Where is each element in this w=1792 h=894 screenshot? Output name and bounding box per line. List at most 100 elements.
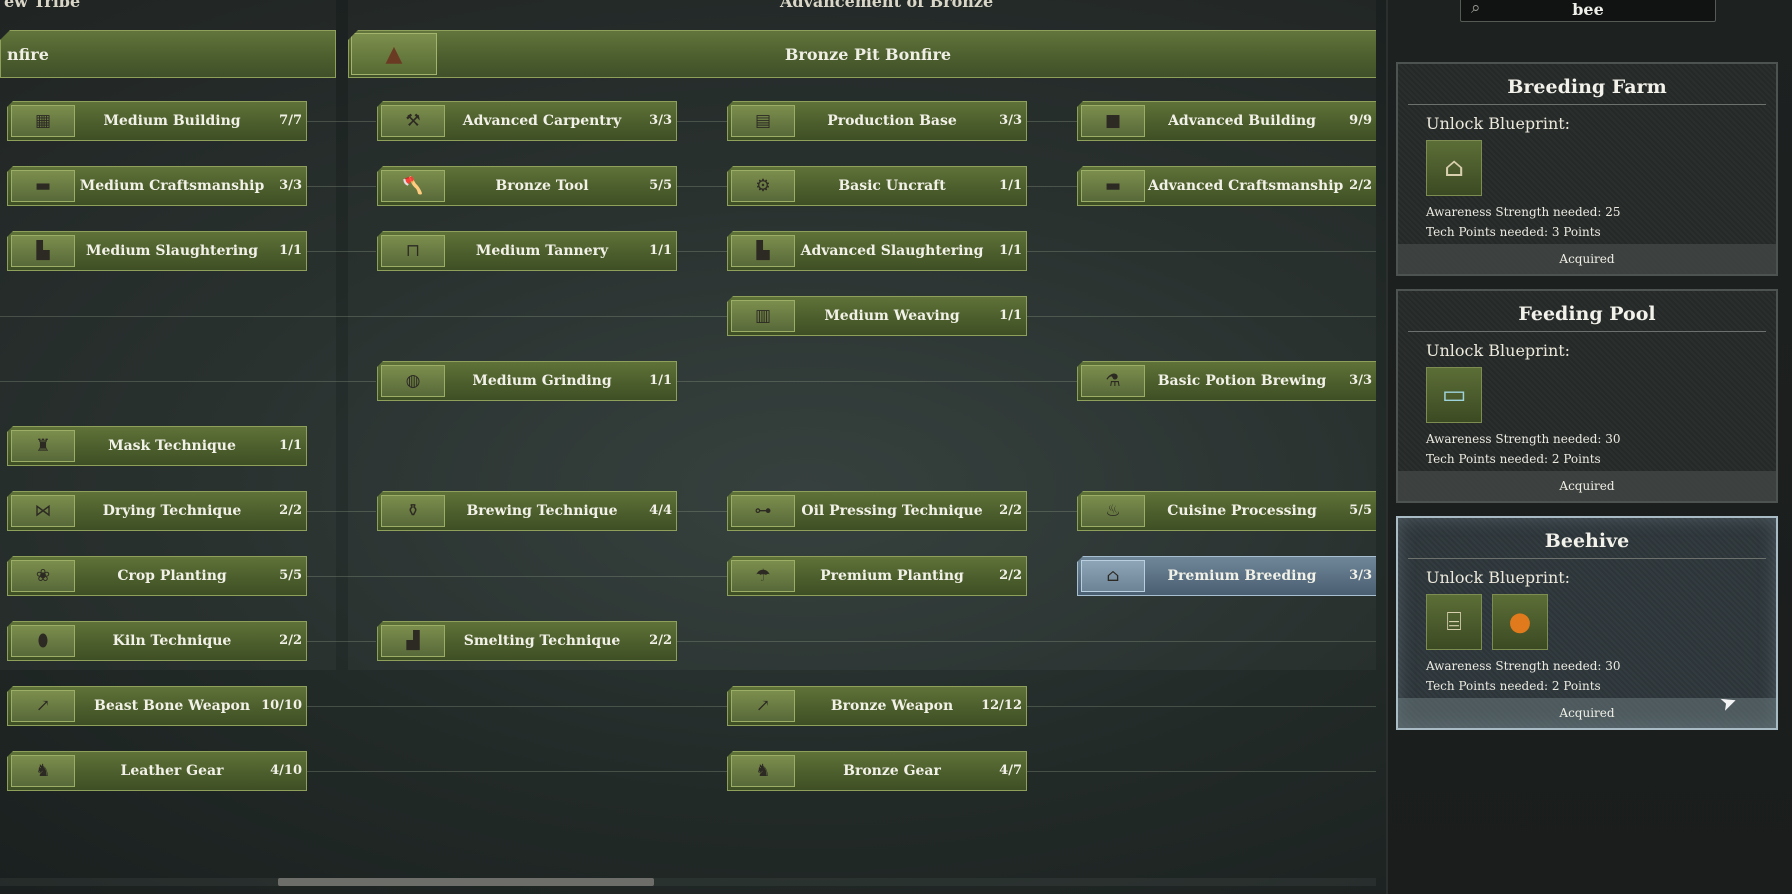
divider [1408, 331, 1766, 332]
connector-line [1026, 316, 1376, 317]
loom-icon: ▥ [731, 300, 795, 332]
horizontal-scrollbar-thumb[interactable] [278, 878, 654, 886]
beehive-icon[interactable]: ⌸ [1426, 594, 1482, 650]
tech-node-brewing-technique[interactable]: ⚱ Brewing Technique 4/4 [377, 491, 677, 531]
slaughter-table-icon: ▙ [731, 235, 795, 267]
tech-node-label: Medium Slaughtering [85, 243, 259, 259]
tech-node-label: Advanced Craftsmanship [1148, 178, 1344, 194]
breeding-farm-icon[interactable]: ⌂ [1426, 140, 1482, 196]
status-label: Acquired [1398, 244, 1776, 274]
tech-node-count: 10/10 [261, 698, 302, 713]
horizontal-scrollbar-track[interactable] [0, 878, 1376, 886]
tech-points-requirement: Tech Points needed: 2 Points [1426, 452, 1601, 466]
bronze-spear-icon: ↗ [731, 690, 795, 722]
tech-node-label: Medium Weaving [824, 308, 960, 324]
tech-node-leather-gear[interactable]: ♞ Leather Gear 4/10 [7, 751, 307, 791]
left-era-title: ew Tribe [4, 0, 81, 11]
awareness-requirement: Awareness Strength needed: 25 [1426, 205, 1621, 219]
awareness-requirement: Awareness Strength needed: 30 [1426, 432, 1621, 446]
tech-node-label: Medium Grinding [472, 373, 612, 389]
tech-node-count: 7/7 [279, 113, 302, 128]
tech-node-kiln-technique[interactable]: ⬮ Kiln Technique 2/2 [7, 621, 307, 661]
tech-node-label: Medium Craftsmanship [79, 178, 265, 194]
card-title: Beehive [1544, 530, 1630, 552]
tech-node-count: 2/2 [999, 503, 1022, 518]
tech-node-count: 5/5 [649, 178, 672, 193]
feeding-pool-icon[interactable]: ▭ [1426, 367, 1482, 423]
tech-node-drying-technique[interactable]: ⋈ Drying Technique 2/2 [7, 491, 307, 531]
tech-node-crop-planting[interactable]: ❀ Crop Planting 5/5 [7, 556, 307, 596]
tech-node-bronze-weapon[interactable]: ↗ Bronze Weapon 12/12 [727, 686, 1027, 726]
tech-node-premium-breeding[interactable]: ⌂ Premium Breeding 3/3 [1077, 556, 1376, 596]
tech-node-medium-craftsmanship[interactable]: ▬ Medium Craftsmanship 3/3 [7, 166, 307, 206]
brew-pot-icon: ⚱ [381, 495, 445, 527]
tech-node-smelting-technique[interactable]: ▟ Smelting Technique 2/2 [377, 621, 677, 661]
tech-node-label: Premium Breeding [1167, 568, 1317, 584]
connector-line [1026, 251, 1376, 252]
tech-node-count: 1/1 [999, 178, 1022, 193]
connector-line [306, 576, 728, 577]
tech-node-basic-potion-brewing[interactable]: ⚗ Basic Potion Brewing 3/3 [1077, 361, 1376, 401]
tech-node-count: 2/2 [279, 503, 302, 518]
tech-node-count: 4/4 [649, 503, 672, 518]
tech-node-bronze-tool[interactable]: 🪓 Bronze Tool 5/5 [377, 166, 677, 206]
tech-node-count: 1/1 [649, 373, 672, 388]
tech-node-medium-weaving[interactable]: ▥ Medium Weaving 1/1 [727, 296, 1027, 336]
divider [1408, 558, 1766, 559]
tech-node-label: Crop Planting [117, 568, 227, 584]
uncraft-icon: ⚙ [731, 170, 795, 202]
left-era-header[interactable]: nfire [0, 30, 336, 78]
status-label: Acquired [1398, 471, 1776, 501]
connector-line [1026, 511, 1078, 512]
left-era-header-label: nfire [7, 45, 49, 64]
tech-node-medium-building[interactable]: ▦ Medium Building 7/7 [7, 101, 307, 141]
connector-line [1026, 706, 1376, 707]
tech-node-production-base[interactable]: ▤ Production Base 3/3 [727, 101, 1027, 141]
tech-node-advanced-building[interactable]: ■ Advanced Building 9/9 [1077, 101, 1376, 141]
tech-node-count: 1/1 [279, 243, 302, 258]
tech-node-advanced-carpentry[interactable]: ⚒ Advanced Carpentry 3/3 [377, 101, 677, 141]
cooking-icon: ♨ [1081, 495, 1145, 527]
connector-line [676, 251, 728, 252]
unlock-label: Unlock Blueprint: [1426, 341, 1571, 360]
tech-tree-panel: ew Tribe Advancement of Bronze nfire ▲ B… [0, 0, 1376, 894]
tech-node-advanced-craftsmanship[interactable]: ▬ Advanced Craftsmanship 2/2 [1077, 166, 1376, 206]
card-title: Feeding Pool [1518, 303, 1656, 325]
tech-node-mask-technique[interactable]: ♜ Mask Technique 1/1 [7, 426, 307, 466]
axe-icon: 🪓 [381, 170, 445, 202]
result-card-feeding-pool[interactable]: Feeding Pool Unlock Blueprint: ▭ Awarene… [1396, 289, 1778, 503]
tech-node-count: 4/10 [270, 763, 302, 778]
connector-line [1026, 186, 1078, 187]
connector-line [676, 186, 728, 187]
bronze-era-header[interactable]: ▲ Bronze Pit Bonfire [348, 30, 1376, 78]
potion-station-icon: ⚗ [1081, 365, 1145, 397]
search-input[interactable]: ⌕ bee [1460, 0, 1716, 22]
connector-line [306, 511, 376, 512]
tech-node-label: Bronze Tool [495, 178, 589, 194]
tech-node-medium-tannery[interactable]: ⊓ Medium Tannery 1/1 [377, 231, 677, 271]
tech-node-basic-uncraft[interactable]: ⚙ Basic Uncraft 1/1 [727, 166, 1027, 206]
tech-points-requirement: Tech Points needed: 3 Points [1426, 225, 1601, 239]
connector-line [306, 641, 376, 642]
workbench-icon: ▬ [11, 170, 75, 202]
honey-jar-icon[interactable]: ● [1492, 594, 1548, 650]
tech-node-label: Brewing Technique [466, 503, 618, 519]
card-title: Breeding Farm [1507, 76, 1667, 98]
tech-node-label: Production Base [827, 113, 957, 129]
result-card-breeding-farm[interactable]: Breeding Farm Unlock Blueprint: ⌂ Awaren… [1396, 62, 1778, 276]
tech-node-medium-slaughtering[interactable]: ▙ Medium Slaughtering 1/1 [7, 231, 307, 271]
tech-node-oil-pressing-technique[interactable]: ⊶ Oil Pressing Technique 2/2 [727, 491, 1027, 531]
tech-node-bronze-gear[interactable]: ♞ Bronze Gear 4/7 [727, 751, 1027, 791]
drying-rack-icon: ⋈ [11, 495, 75, 527]
tech-node-label: Advanced Building [1168, 113, 1316, 129]
tech-node-advanced-slaughtering[interactable]: ▙ Advanced Slaughtering 1/1 [727, 231, 1027, 271]
tech-node-premium-planting[interactable]: ☂ Premium Planting 2/2 [727, 556, 1027, 596]
tech-node-count: 1/1 [649, 243, 672, 258]
tech-node-cuisine-processing[interactable]: ♨ Cuisine Processing 5/5 [1077, 491, 1376, 531]
tech-node-label: Beast Bone Weapon [93, 698, 251, 714]
tech-node-count: 9/9 [1349, 113, 1372, 128]
unlock-label: Unlock Blueprint: [1426, 114, 1571, 133]
crop-icon: ❀ [11, 560, 75, 592]
tech-node-beast-bone-weapon[interactable]: ↗ Beast Bone Weapon 10/10 [7, 686, 307, 726]
tech-node-medium-grinding[interactable]: ◍ Medium Grinding 1/1 [377, 361, 677, 401]
